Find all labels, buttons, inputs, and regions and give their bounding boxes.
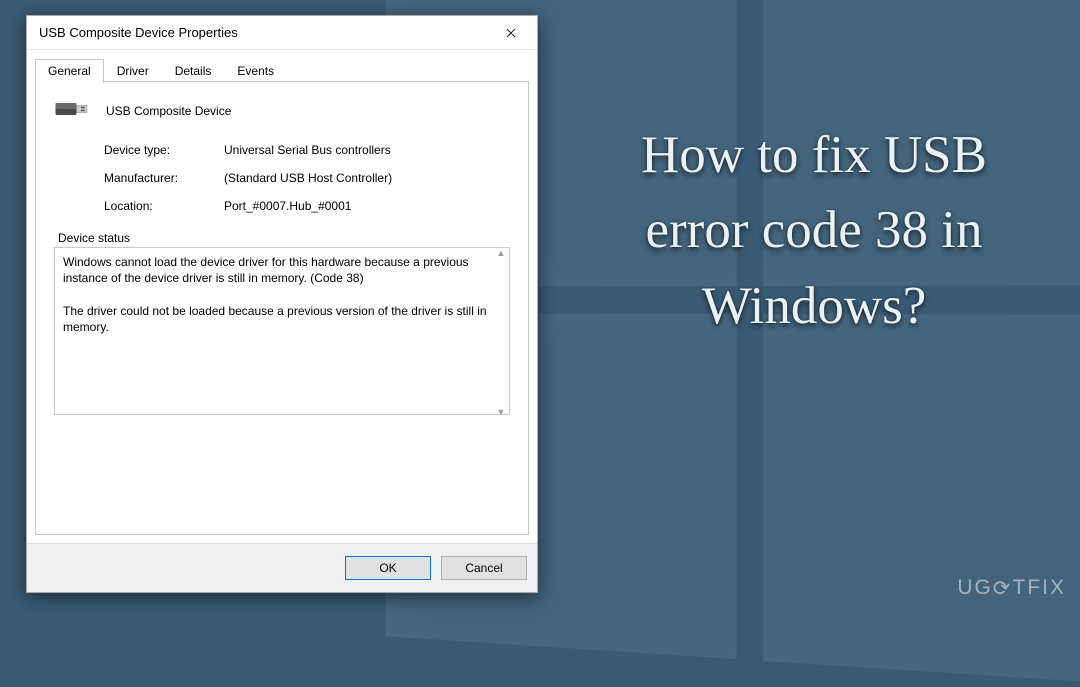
device-name: USB Composite Device xyxy=(106,104,231,118)
ok-button[interactable]: OK xyxy=(345,556,431,580)
tab-panel-general: USB Composite Device Device type: Univer… xyxy=(35,82,529,535)
device-info-grid: Device type: Universal Serial Bus contro… xyxy=(104,143,510,213)
article-headline: How to fix USB error code 38 in Windows? xyxy=(584,118,1044,344)
device-header: USB Composite Device xyxy=(54,96,510,125)
device-properties-dialog: USB Composite Device Properties General … xyxy=(26,15,538,593)
label-location: Location: xyxy=(104,199,224,213)
window-title: USB Composite Device Properties xyxy=(39,25,489,40)
usb-device-icon xyxy=(54,96,90,125)
dialog-button-bar: OK Cancel xyxy=(27,543,537,592)
scrollbar[interactable]: ▲ ▼ xyxy=(493,248,509,417)
value-location: Port_#0007.Hub_#0001 xyxy=(224,199,510,213)
scroll-up-icon: ▲ xyxy=(497,248,506,258)
tab-details[interactable]: Details xyxy=(162,59,225,83)
close-icon xyxy=(506,28,516,38)
close-button[interactable] xyxy=(489,18,533,48)
device-status-text[interactable] xyxy=(54,247,510,415)
scroll-down-icon: ▼ xyxy=(497,407,506,417)
cancel-button[interactable]: Cancel xyxy=(441,556,527,580)
titlebar: USB Composite Device Properties xyxy=(27,16,537,50)
watermark-logo: UG⟳TFIX xyxy=(957,575,1066,600)
status-label: Device status xyxy=(58,231,510,245)
value-manufacturer: (Standard USB Host Controller) xyxy=(224,171,510,185)
label-manufacturer: Manufacturer: xyxy=(104,171,224,185)
tab-general[interactable]: General xyxy=(35,59,104,83)
tab-driver[interactable]: Driver xyxy=(104,59,162,83)
tab-events[interactable]: Events xyxy=(224,59,287,83)
tab-strip: General Driver Details Events xyxy=(27,50,537,82)
value-device-type: Universal Serial Bus controllers xyxy=(224,143,510,157)
label-device-type: Device type: xyxy=(104,143,224,157)
